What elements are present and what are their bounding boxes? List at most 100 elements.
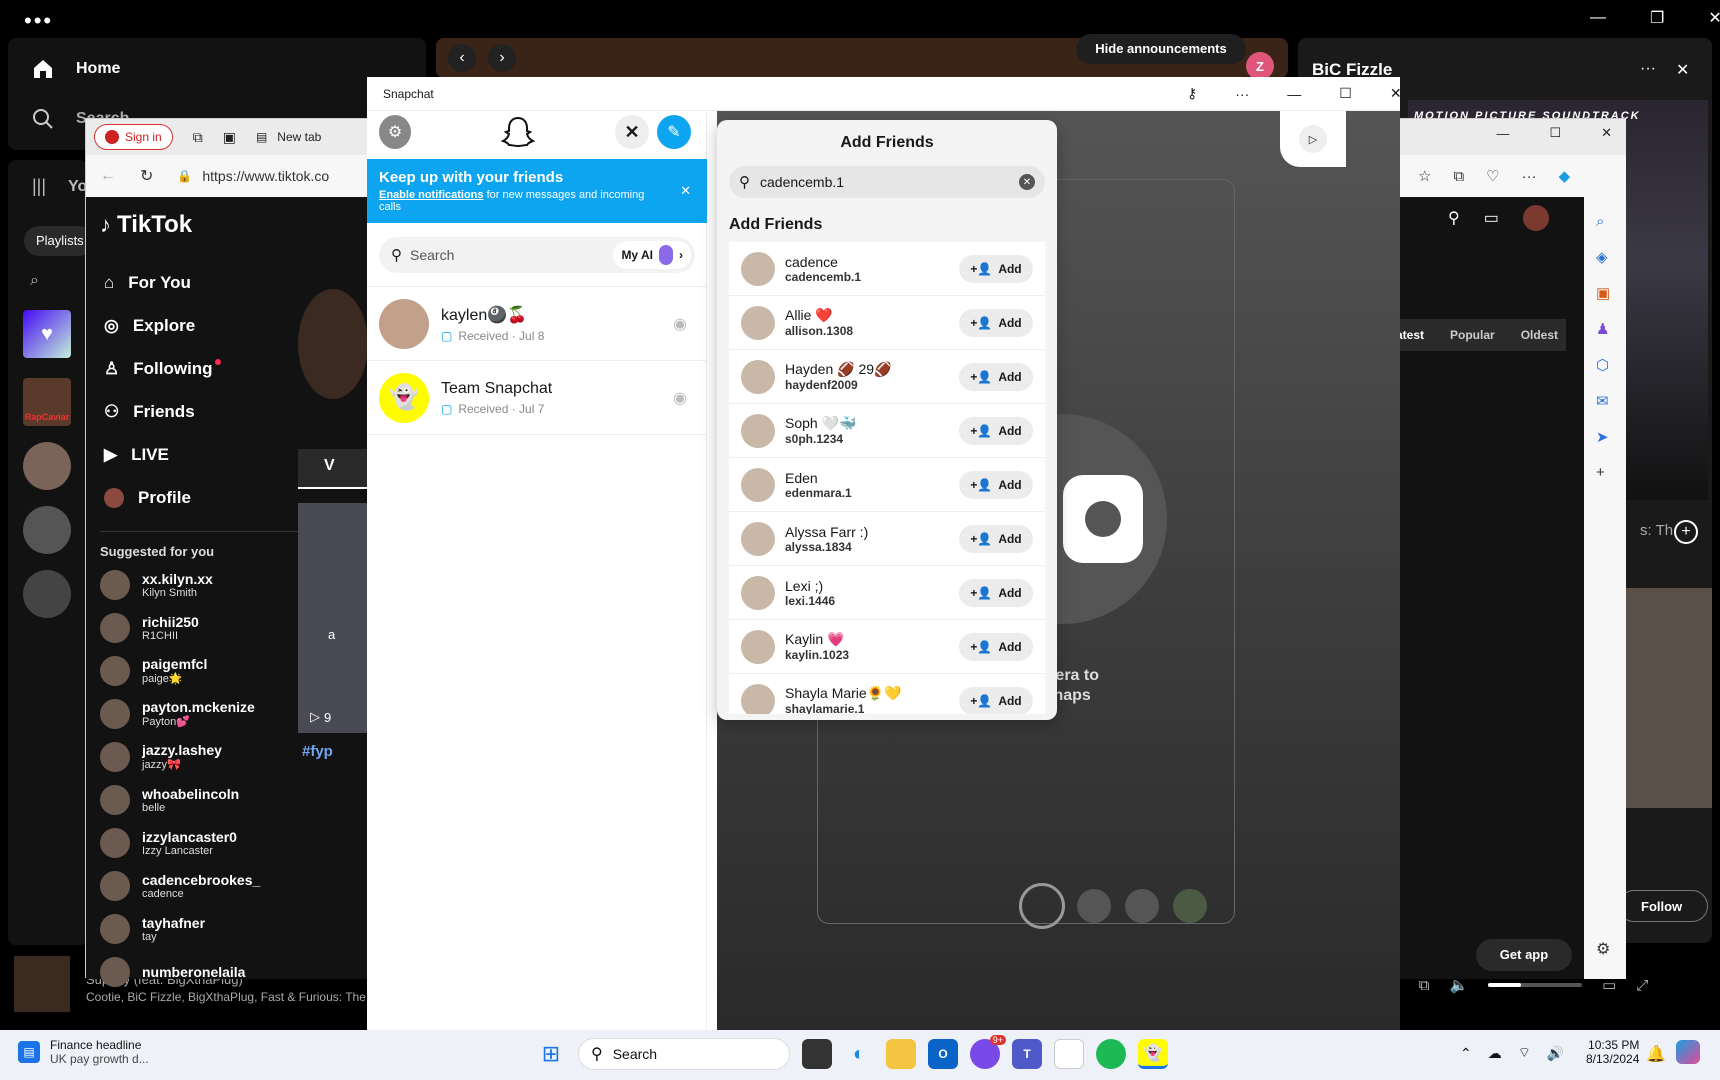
- more-icon[interactable]: •••: [24, 8, 53, 34]
- lens-2[interactable]: [1125, 889, 1159, 923]
- get-app-button[interactable]: Get app: [1476, 939, 1572, 971]
- copilot-taskbar-icon[interactable]: [1676, 1040, 1700, 1064]
- suggested-account[interactable]: tayhafner tay: [86, 907, 366, 950]
- workspaces-icon[interactable]: ⧉: [193, 129, 203, 146]
- favorite-icon[interactable]: ☆: [1418, 167, 1431, 185]
- sidebar-outlook-icon[interactable]: ✉: [1596, 392, 1626, 410]
- snapchat-ghost-icon[interactable]: [501, 115, 535, 149]
- tab-actions-icon[interactable]: ▣: [223, 129, 236, 146]
- suggested-account[interactable]: cadencebrookes_ cadence: [86, 864, 366, 907]
- sidebar-settings-icon[interactable]: ⚙: [1596, 939, 1610, 959]
- filter-popular[interactable]: Popular: [1442, 328, 1503, 342]
- banner-close-icon[interactable]: ✕: [680, 183, 691, 199]
- camera-play-button[interactable]: ▷: [1280, 111, 1346, 167]
- add-friend-button[interactable]: +👤 Add: [959, 308, 1033, 337]
- new-chat-icon[interactable]: ✎: [657, 115, 691, 149]
- my-ai-button[interactable]: My AI ›: [613, 241, 691, 269]
- teams-icon[interactable]: T: [1012, 1039, 1042, 1069]
- filter-oldest[interactable]: Oldest: [1513, 328, 1566, 342]
- snap-maximize-icon[interactable]: ☐: [1339, 85, 1352, 102]
- sign-in-button[interactable]: Sign in: [94, 124, 173, 150]
- tray-chevron-icon[interactable]: ⌃: [1460, 1045, 1472, 1062]
- snap-close-icon[interactable]: ✕: [1390, 85, 1402, 102]
- back-arrow-icon[interactable]: ‹: [448, 44, 476, 72]
- sidebar-add-icon[interactable]: +: [1596, 464, 1626, 481]
- notepad-icon[interactable]: [1054, 1039, 1084, 1069]
- add-friend-button[interactable]: +👤 Add: [959, 632, 1033, 661]
- chat-app-icon[interactable]: 9+: [970, 1035, 1006, 1069]
- bitmoji-settings-icon[interactable]: ⚙: [379, 115, 411, 149]
- add-circle-icon[interactable]: +: [1674, 520, 1698, 544]
- suggested-account[interactable]: izzylancaster0 Izzy Lancaster: [86, 821, 366, 864]
- refresh-icon[interactable]: ↻: [140, 166, 153, 186]
- artist-avatar-3[interactable]: [23, 570, 71, 618]
- edge-close-icon[interactable]: ✕: [1601, 125, 1612, 141]
- snap-minimize-icon[interactable]: —: [1287, 86, 1301, 102]
- enable-notifications-link[interactable]: Enable notifications: [379, 189, 484, 201]
- taskbar-search[interactable]: ⚲ Search: [578, 1038, 790, 1070]
- sidebar-send-icon[interactable]: ➤: [1596, 428, 1626, 446]
- clear-search-icon[interactable]: ✕: [1019, 174, 1035, 190]
- edge-more-icon[interactable]: ···: [1522, 168, 1537, 185]
- suggested-account[interactable]: whoabelincoln belle: [86, 778, 366, 821]
- file-explorer-icon[interactable]: [886, 1039, 916, 1069]
- volume-slider[interactable]: [1488, 983, 1583, 987]
- collections-icon[interactable]: ⧉: [1453, 168, 1464, 185]
- tiktok-logo[interactable]: ♪ TikTok: [86, 197, 366, 239]
- right-more-icon[interactable]: ···: [1640, 60, 1656, 78]
- add-friend-button[interactable]: +👤 Add: [959, 470, 1033, 499]
- snapchat-taskbar-icon[interactable]: 👻: [1138, 1039, 1168, 1069]
- profile-avatar[interactable]: Z: [1246, 52, 1274, 80]
- capture-button[interactable]: [1019, 883, 1065, 929]
- copilot-icon[interactable]: ◆: [1559, 167, 1571, 185]
- add-friend-button[interactable]: +👤 Add: [959, 686, 1033, 714]
- library-icon[interactable]: |||: [32, 176, 46, 197]
- news-widget[interactable]: ▤ Finance headline UK pay growth d...: [18, 1038, 149, 1066]
- close-icon[interactable]: ✕: [1708, 8, 1720, 28]
- clock[interactable]: 10:35 PM 8/13/2024: [1586, 1038, 1639, 1066]
- chat-item-team-snapchat[interactable]: 👻 Team Snapchat ▢ Received · Jul 7 ◉: [367, 361, 707, 435]
- lens-1[interactable]: [1077, 889, 1111, 923]
- camera-reply-icon[interactable]: ◉: [673, 314, 687, 334]
- restore-icon[interactable]: ❐: [1650, 8, 1664, 28]
- fullscreen-icon[interactable]: ⤢: [1636, 977, 1648, 994]
- liked-songs-icon[interactable]: ♥: [23, 310, 71, 358]
- artist-avatar-2[interactable]: [23, 506, 71, 554]
- minimize-icon[interactable]: —: [1590, 9, 1606, 27]
- video-thumbnail[interactable]: a ▷ 9: [298, 503, 368, 733]
- sidebar-tools-icon[interactable]: ▣: [1596, 284, 1626, 302]
- key-icon[interactable]: ⚷: [1187, 85, 1197, 102]
- tray-network-icon[interactable]: ☁: [1488, 1045, 1502, 1062]
- spotify-icon[interactable]: [1096, 1039, 1126, 1069]
- artist-avatar-1[interactable]: [23, 442, 71, 490]
- task-view-icon[interactable]: [802, 1039, 832, 1069]
- hide-announcements-button[interactable]: Hide announcements: [1076, 34, 1246, 64]
- suggested-account[interactable]: numberonelaila: [86, 950, 366, 993]
- add-friend-button[interactable]: +👤 Add: [959, 362, 1033, 391]
- close-x-icon[interactable]: ✕: [615, 115, 649, 149]
- start-icon[interactable]: ⊞: [536, 1039, 566, 1069]
- sidebar-m365-icon[interactable]: ⬡: [1596, 356, 1626, 374]
- edge-maximize-icon[interactable]: ☐: [1549, 125, 1561, 141]
- wifi-icon[interactable]: ⌔: [1518, 1044, 1531, 1062]
- hashtag-link[interactable]: #fyp: [302, 743, 333, 760]
- chat-item-kaylen[interactable]: kaylen🎱🍒 ▢ Received · Jul 8 ◉: [367, 287, 707, 361]
- playlists-chip[interactable]: Playlists: [24, 226, 94, 256]
- edge-minimize-icon[interactable]: —: [1496, 126, 1509, 141]
- snap-more-icon[interactable]: ···: [1235, 86, 1249, 102]
- forward-arrow-icon[interactable]: ›: [488, 44, 516, 72]
- friend-search-input[interactable]: ⚲ cadencemb.1 ✕: [729, 166, 1045, 198]
- extensions-icon[interactable]: ♡: [1486, 167, 1499, 185]
- add-friend-button[interactable]: +👤 Add: [959, 254, 1033, 283]
- outlook-icon[interactable]: O: [928, 1039, 958, 1069]
- edge-icon[interactable]: ◐: [844, 1039, 874, 1069]
- sidebar-search-icon[interactable]: ⌕: [1596, 213, 1626, 230]
- tab-new-tab[interactable]: ▤ New tab: [256, 130, 321, 144]
- library-search-icon[interactable]: ⌕: [30, 272, 39, 290]
- address-bar[interactable]: https://www.tiktok.co: [202, 168, 329, 184]
- right-close-icon[interactable]: ✕: [1676, 60, 1689, 80]
- home-link[interactable]: Home: [32, 58, 120, 80]
- follow-button[interactable]: Follow: [1618, 890, 1708, 922]
- sidebar-games-icon[interactable]: ♟: [1596, 320, 1626, 338]
- rapcaviar-cover[interactable]: RapCaviar: [23, 378, 71, 426]
